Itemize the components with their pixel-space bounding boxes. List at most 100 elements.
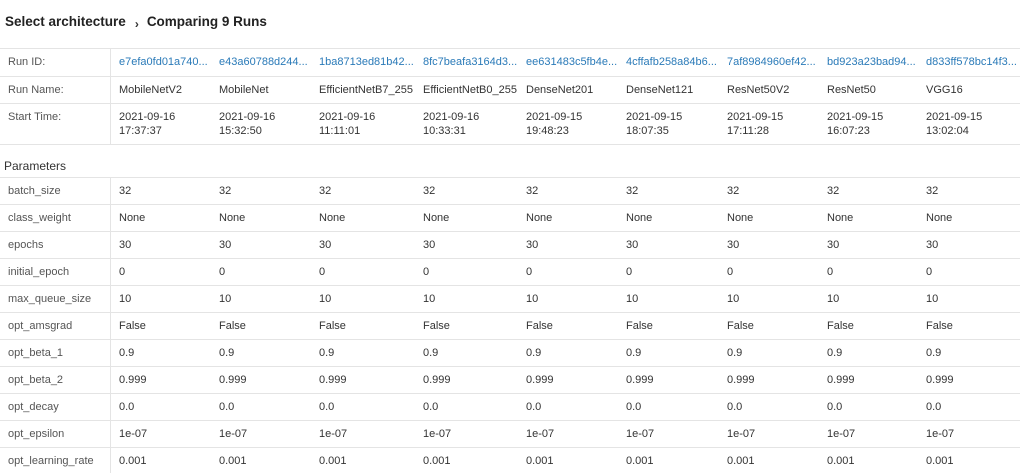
param-value: 0.999 (727, 374, 755, 386)
run-start-date: 2021-09-16 (219, 111, 276, 123)
param-value: 32 (219, 185, 232, 197)
param-value: 30 (727, 239, 740, 251)
param-value: 0.999 (119, 374, 147, 386)
param-value: 0.9 (626, 347, 642, 359)
param-value: 0 (626, 266, 633, 278)
param-value: None (827, 212, 854, 224)
param-value: 1e-07 (926, 428, 955, 440)
run-start-date: 2021-09-16 (119, 111, 176, 123)
param-value: 0.0 (526, 401, 542, 413)
row-divider (0, 177, 1020, 178)
param-value: 0.9 (219, 347, 235, 359)
param-value: 0.9 (119, 347, 135, 359)
run-name: MobileNetV2 (119, 84, 182, 96)
param-value: False (319, 320, 346, 332)
param-value: 0.0 (119, 401, 135, 413)
run-start-date: 2021-09-15 (526, 111, 583, 123)
param-value: 30 (423, 239, 436, 251)
run-id-link[interactable]: ee631483c5fb4e... (526, 56, 622, 69)
param-value: 1e-07 (727, 428, 756, 440)
param-value: 1e-07 (319, 428, 348, 440)
param-value: 1e-07 (423, 428, 452, 440)
param-value: 0 (727, 266, 734, 278)
param-value: 0.0 (219, 401, 235, 413)
param-value: 1e-07 (219, 428, 248, 440)
param-value: 0.001 (423, 455, 451, 467)
run-start-time: 15:32:50 (219, 125, 262, 137)
run-start-time: 18:07:35 (626, 125, 669, 137)
param-name-batch-size: batch_size (8, 185, 61, 197)
run-start-time: 16:07:23 (827, 125, 870, 137)
run-id-label: Run ID: (8, 56, 46, 68)
param-value: 1e-07 (626, 428, 655, 440)
param-value: 30 (626, 239, 639, 251)
param-value: 0.999 (827, 374, 855, 386)
run-start-date: 2021-09-15 (626, 111, 683, 123)
param-value: 10 (727, 293, 740, 305)
row-divider (0, 76, 1020, 77)
param-value: 10 (626, 293, 639, 305)
row-divider (0, 204, 1020, 205)
run-id-link[interactable]: 8fc7beafa3164d3... (423, 56, 523, 69)
param-value: 0.9 (526, 347, 542, 359)
run-name: EfficientNetB0_255 (423, 84, 517, 96)
param-value: 0.001 (727, 455, 755, 467)
param-name-opt-amsgrad: opt_amsgrad (8, 320, 73, 332)
param-name-opt-decay: opt_decay (8, 401, 59, 413)
param-value: 1e-07 (119, 428, 148, 440)
param-value: 0.0 (827, 401, 843, 413)
param-value: None (319, 212, 346, 224)
run-id-link[interactable]: bd923a23bad94... (827, 56, 923, 69)
param-value: 0.001 (219, 455, 247, 467)
row-divider (0, 231, 1020, 232)
run-id-link[interactable]: e7efa0fd01a740... (119, 56, 215, 69)
param-value: 30 (219, 239, 232, 251)
param-name-opt-epsilon: opt_epsilon (8, 428, 65, 440)
row-divider (0, 144, 1020, 145)
run-start-date: 2021-09-15 (827, 111, 884, 123)
run-id-link[interactable]: d833ff578bc14f3... (926, 56, 1020, 69)
run-name: MobileNet (219, 84, 269, 96)
param-name-epochs: epochs (8, 239, 44, 251)
run-start-time: 19:48:23 (526, 125, 569, 137)
param-value: 0.9 (926, 347, 942, 359)
param-value: None (526, 212, 553, 224)
run-id-link[interactable]: 4cffafb258a84b6... (626, 56, 724, 69)
param-value: 32 (423, 185, 436, 197)
run-start-date: 2021-09-15 (727, 111, 784, 123)
param-value: 0.0 (423, 401, 439, 413)
run-id-link[interactable]: 7af8984960ef42... (727, 56, 823, 69)
run-id-link[interactable]: e43a60788d244... (219, 56, 315, 69)
param-value: 30 (827, 239, 840, 251)
param-value: 10 (423, 293, 436, 305)
row-divider (0, 393, 1020, 394)
param-value: None (727, 212, 754, 224)
breadcrumb-select-architecture-link[interactable]: Select architecture (5, 14, 126, 29)
run-start-time: 11:11:01 (319, 125, 361, 137)
param-value: 30 (319, 239, 332, 251)
param-value: 32 (727, 185, 740, 197)
param-value: 0.001 (827, 455, 855, 467)
param-value: 32 (626, 185, 639, 197)
run-name: DenseNet121 (626, 84, 694, 96)
param-value: 0.999 (926, 374, 954, 386)
param-value: 32 (827, 185, 840, 197)
row-divider (0, 285, 1020, 286)
run-start-time: 17:11:28 (727, 125, 770, 137)
param-value: False (423, 320, 450, 332)
param-name-class-weight: class_weight (8, 212, 71, 224)
row-divider (0, 312, 1020, 313)
param-value: 32 (119, 185, 132, 197)
param-value: None (926, 212, 953, 224)
param-name-opt-beta-1: opt_beta_1 (8, 347, 64, 359)
param-value: 0 (319, 266, 326, 278)
param-value: False (727, 320, 754, 332)
param-value: 30 (119, 239, 132, 251)
param-name-opt-learning-rate: opt_learning_rate (8, 455, 94, 467)
run-name: VGG16 (926, 84, 963, 96)
parameters-heading: Parameters (4, 159, 67, 173)
param-value: 0.9 (319, 347, 335, 359)
run-start-date: 2021-09-16 (423, 111, 480, 123)
run-id-link[interactable]: 1ba8713ed81b42... (319, 56, 419, 69)
param-value: 0 (423, 266, 430, 278)
